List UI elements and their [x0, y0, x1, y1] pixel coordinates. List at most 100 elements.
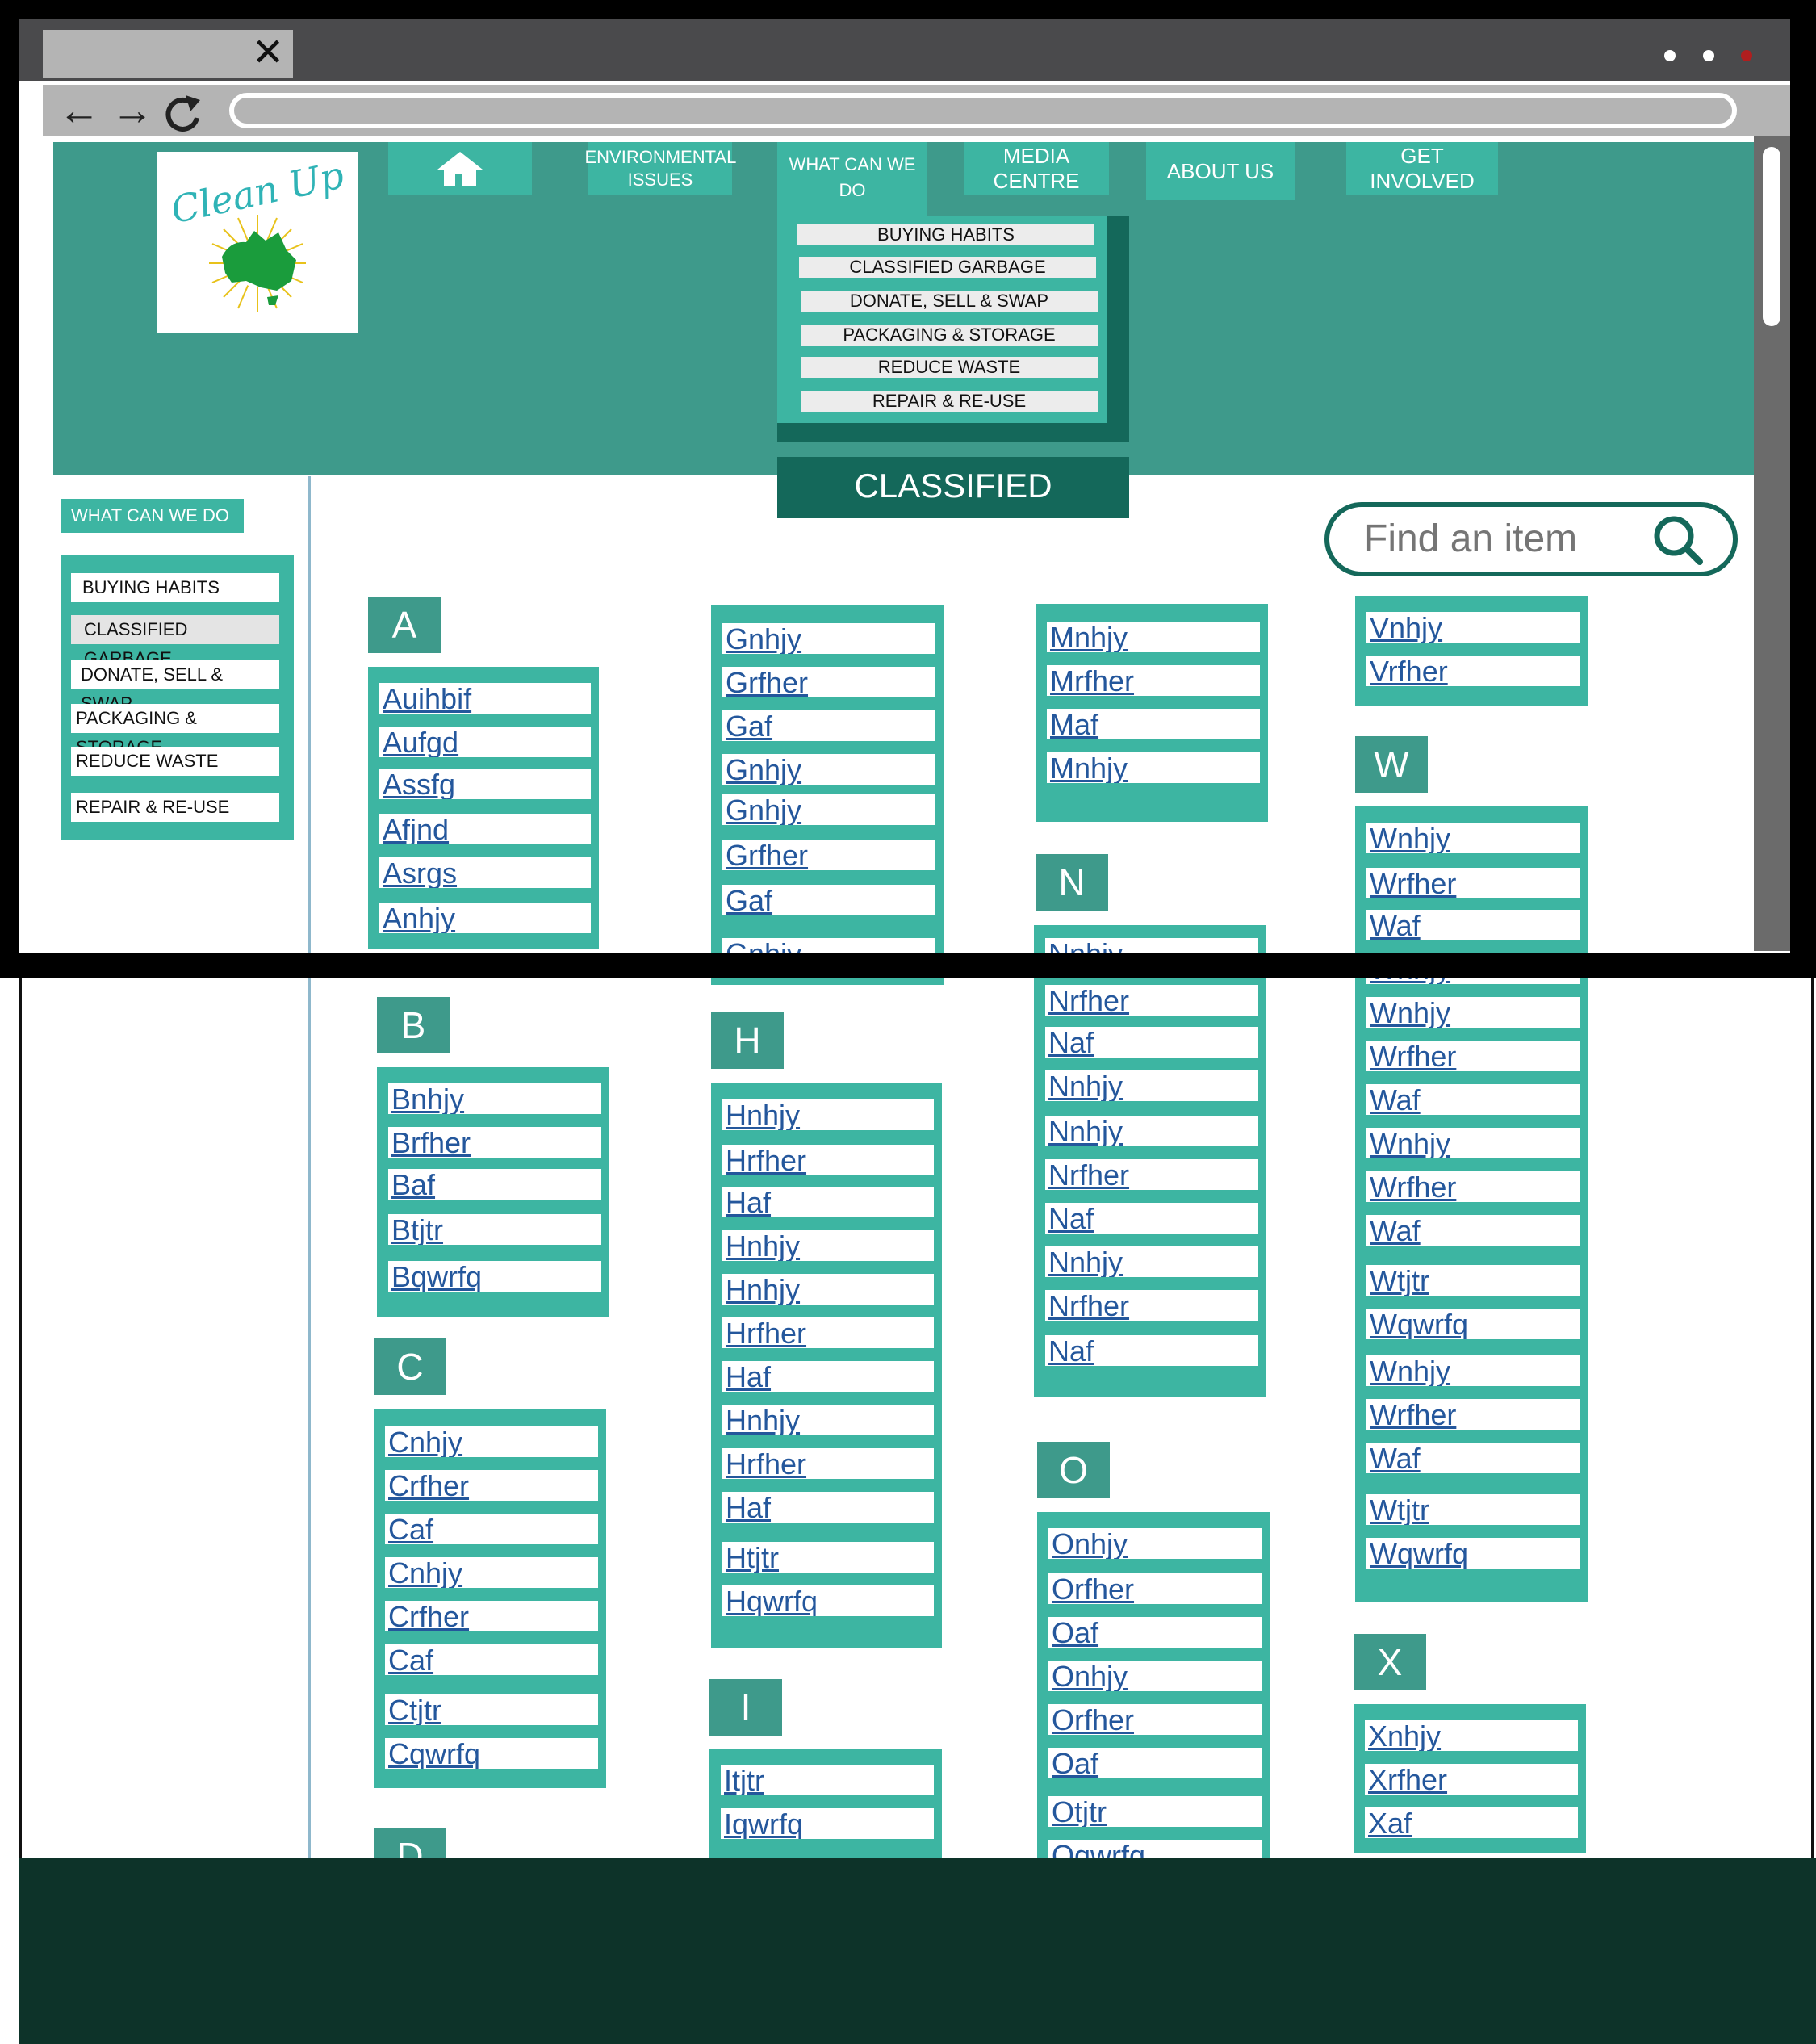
- list-item-link[interactable]: Wqwrfq: [1366, 1538, 1580, 1569]
- close-tab-icon[interactable]: ✕: [250, 34, 286, 73]
- list-item-link[interactable]: Afjnd: [379, 814, 591, 844]
- list-item-link[interactable]: Brfher: [388, 1127, 601, 1158]
- list-item-link[interactable]: Xaf: [1365, 1807, 1578, 1838]
- dropdown-item-repair-reuse[interactable]: REPAIR & RE-USE: [801, 391, 1098, 412]
- list-item-link[interactable]: Xnhjy: [1365, 1720, 1578, 1751]
- list-item-link[interactable]: Wrfher: [1366, 1041, 1580, 1071]
- list-item-link[interactable]: Waf: [1366, 910, 1580, 940]
- list-item-link[interactable]: Mrfher: [1047, 665, 1260, 696]
- list-item-link[interactable]: Hnhjy: [722, 1230, 934, 1261]
- sidebar-item-classified-garbage[interactable]: CLASSIFIED GARBAGE: [71, 615, 279, 668]
- search-icon[interactable]: [1650, 512, 1706, 568]
- sidebar-item-buying-habits[interactable]: BUYING HABITS: [71, 573, 279, 602]
- list-item-link[interactable]: Assfg: [379, 769, 591, 799]
- list-item-link[interactable]: Mnhjy: [1047, 622, 1260, 652]
- reload-icon[interactable]: [161, 90, 203, 136]
- dropdown-item-buying-habits[interactable]: BUYING HABITS: [797, 224, 1094, 245]
- list-item-link[interactable]: Hnhjy: [722, 1274, 934, 1305]
- list-item-link[interactable]: Hnhjy: [722, 1099, 934, 1130]
- sidebar-heading[interactable]: WHAT CAN WE DO: [61, 499, 244, 533]
- nav-media-centre[interactable]: MEDIA CENTRE: [964, 142, 1109, 195]
- nav-about-us[interactable]: ABOUT US: [1146, 142, 1295, 200]
- list-item-link[interactable]: Hrfher: [722, 1317, 934, 1348]
- list-item-link[interactable]: Anhjy: [379, 903, 591, 933]
- list-item-link[interactable]: Vrfher: [1366, 656, 1580, 686]
- list-item-link[interactable]: Mnhjy: [1047, 752, 1260, 783]
- sidebar-item-reduce-waste[interactable]: REDUCE WASTE: [71, 747, 279, 776]
- list-item-link[interactable]: Wrfher: [1366, 1171, 1580, 1202]
- list-item-link[interactable]: Bqwrfq: [388, 1261, 601, 1292]
- list-item-link[interactable]: Wnhjy: [1366, 823, 1580, 853]
- dropdown-item-donate-sell-swap[interactable]: DONATE, SELL & SWAP: [801, 291, 1098, 312]
- list-item-link[interactable]: Caf: [385, 1644, 598, 1675]
- sidebar-item-donate-sell-swap[interactable]: DONATE, SELL & SWAP: [71, 660, 279, 714]
- sidebar-item-repair-reuse[interactable]: REPAIR & RE-USE: [71, 793, 279, 822]
- list-item-link[interactable]: Wrfher: [1366, 1399, 1580, 1430]
- list-item-link[interactable]: Haf: [722, 1492, 934, 1523]
- list-item-link[interactable]: Wqwrfq: [1366, 1309, 1580, 1339]
- list-item-link[interactable]: Cnhjy: [385, 1557, 598, 1588]
- window-close-dot-icon[interactable]: [1741, 50, 1752, 61]
- window-dot-icon[interactable]: [1664, 50, 1676, 61]
- forward-arrow-icon[interactable]: →: [108, 89, 157, 137]
- list-item-link[interactable]: Nnhjy: [1045, 1116, 1258, 1146]
- list-item-link[interactable]: Grfher: [722, 667, 935, 697]
- list-item-link[interactable]: Cqwrfq: [385, 1738, 598, 1769]
- list-item-link[interactable]: Vnhjy: [1366, 612, 1580, 643]
- scrollbar-thumb[interactable]: [1763, 147, 1780, 326]
- list-item-link[interactable]: Nnhjy: [1045, 1246, 1258, 1277]
- list-item-link[interactable]: Oqwrfq: [1048, 1840, 1262, 1858]
- list-item-link[interactable]: Waf: [1366, 1084, 1580, 1115]
- dropdown-item-classified-garbage[interactable]: CLASSIFIED GARBAGE: [799, 257, 1096, 278]
- list-item-link[interactable]: Iqwrfq: [721, 1808, 934, 1839]
- list-item-link[interactable]: Wrfher: [1366, 868, 1580, 898]
- list-item-link[interactable]: Naf: [1045, 1203, 1258, 1234]
- list-item-link[interactable]: Hrfher: [722, 1448, 934, 1479]
- list-item-link[interactable]: Hnhjy: [722, 1405, 934, 1435]
- list-item-link[interactable]: Haf: [722, 1187, 934, 1217]
- list-item-link[interactable]: Gaf: [722, 710, 935, 741]
- url-input[interactable]: [229, 93, 1737, 128]
- list-item-link[interactable]: Naf: [1045, 1335, 1258, 1366]
- list-item-link[interactable]: Otjtr: [1048, 1796, 1262, 1827]
- dropdown-item-packaging-storage[interactable]: PACKAGING & STORAGE: [801, 325, 1098, 346]
- list-item-link[interactable]: Hqwrfq: [722, 1585, 934, 1616]
- list-item-link[interactable]: Grfher: [722, 840, 935, 870]
- list-item-link[interactable]: Asrgs: [379, 857, 591, 888]
- dropdown-item-reduce-waste[interactable]: REDUCE WASTE: [801, 357, 1098, 378]
- list-item-link[interactable]: Xrfher: [1365, 1764, 1578, 1795]
- list-item-link[interactable]: Nrfher: [1045, 1290, 1258, 1321]
- list-item-link[interactable]: Onhjy: [1048, 1661, 1262, 1691]
- list-item-link[interactable]: Btjtr: [388, 1214, 601, 1245]
- list-item-link[interactable]: Crfher: [385, 1601, 598, 1631]
- list-item-link[interactable]: Wtjtr: [1366, 1494, 1580, 1525]
- list-item-link[interactable]: Gnhjy: [722, 623, 935, 654]
- list-item-link[interactable]: Onhjy: [1048, 1528, 1262, 1559]
- nav-home-button[interactable]: [388, 142, 532, 195]
- back-arrow-icon[interactable]: ←: [55, 89, 103, 137]
- list-item-link[interactable]: Orfher: [1048, 1573, 1262, 1604]
- list-item-link[interactable]: Auihbif: [379, 683, 591, 714]
- list-item-link[interactable]: Crfher: [385, 1470, 598, 1501]
- list-item-link[interactable]: Gnhjy: [722, 754, 935, 785]
- list-item-link[interactable]: Itjtr: [721, 1765, 934, 1795]
- search-input[interactable]: [1364, 509, 1655, 568]
- list-item-link[interactable]: Naf: [1045, 1027, 1258, 1058]
- list-item-link[interactable]: Gnhjy: [722, 794, 935, 825]
- list-item-link[interactable]: Wnhjy: [1366, 997, 1580, 1028]
- list-item-link[interactable]: Htjtr: [722, 1542, 934, 1573]
- list-item-link[interactable]: Wnhjy: [1366, 1355, 1580, 1386]
- list-item-link[interactable]: Caf: [385, 1514, 598, 1544]
- list-item-link[interactable]: Maf: [1047, 709, 1260, 739]
- list-item-link[interactable]: Waf: [1366, 1215, 1580, 1246]
- list-item-link[interactable]: Wtjtr: [1366, 1265, 1580, 1296]
- window-dot-icon[interactable]: [1703, 50, 1714, 61]
- list-item-link[interactable]: Nnhjy: [1045, 1070, 1258, 1101]
- list-item-link[interactable]: Ctjtr: [385, 1694, 598, 1725]
- site-logo[interactable]: Clean Up: [157, 152, 358, 333]
- nav-what-can-we-do[interactable]: WHAT CAN WE DO: [777, 142, 927, 216]
- list-item-link[interactable]: Haf: [722, 1361, 934, 1392]
- nav-environmental-issues[interactable]: ENVIRONMENTAL ISSUES: [584, 142, 736, 195]
- list-item-link[interactable]: Waf: [1366, 1443, 1580, 1473]
- list-item-link[interactable]: Hrfher: [722, 1145, 934, 1175]
